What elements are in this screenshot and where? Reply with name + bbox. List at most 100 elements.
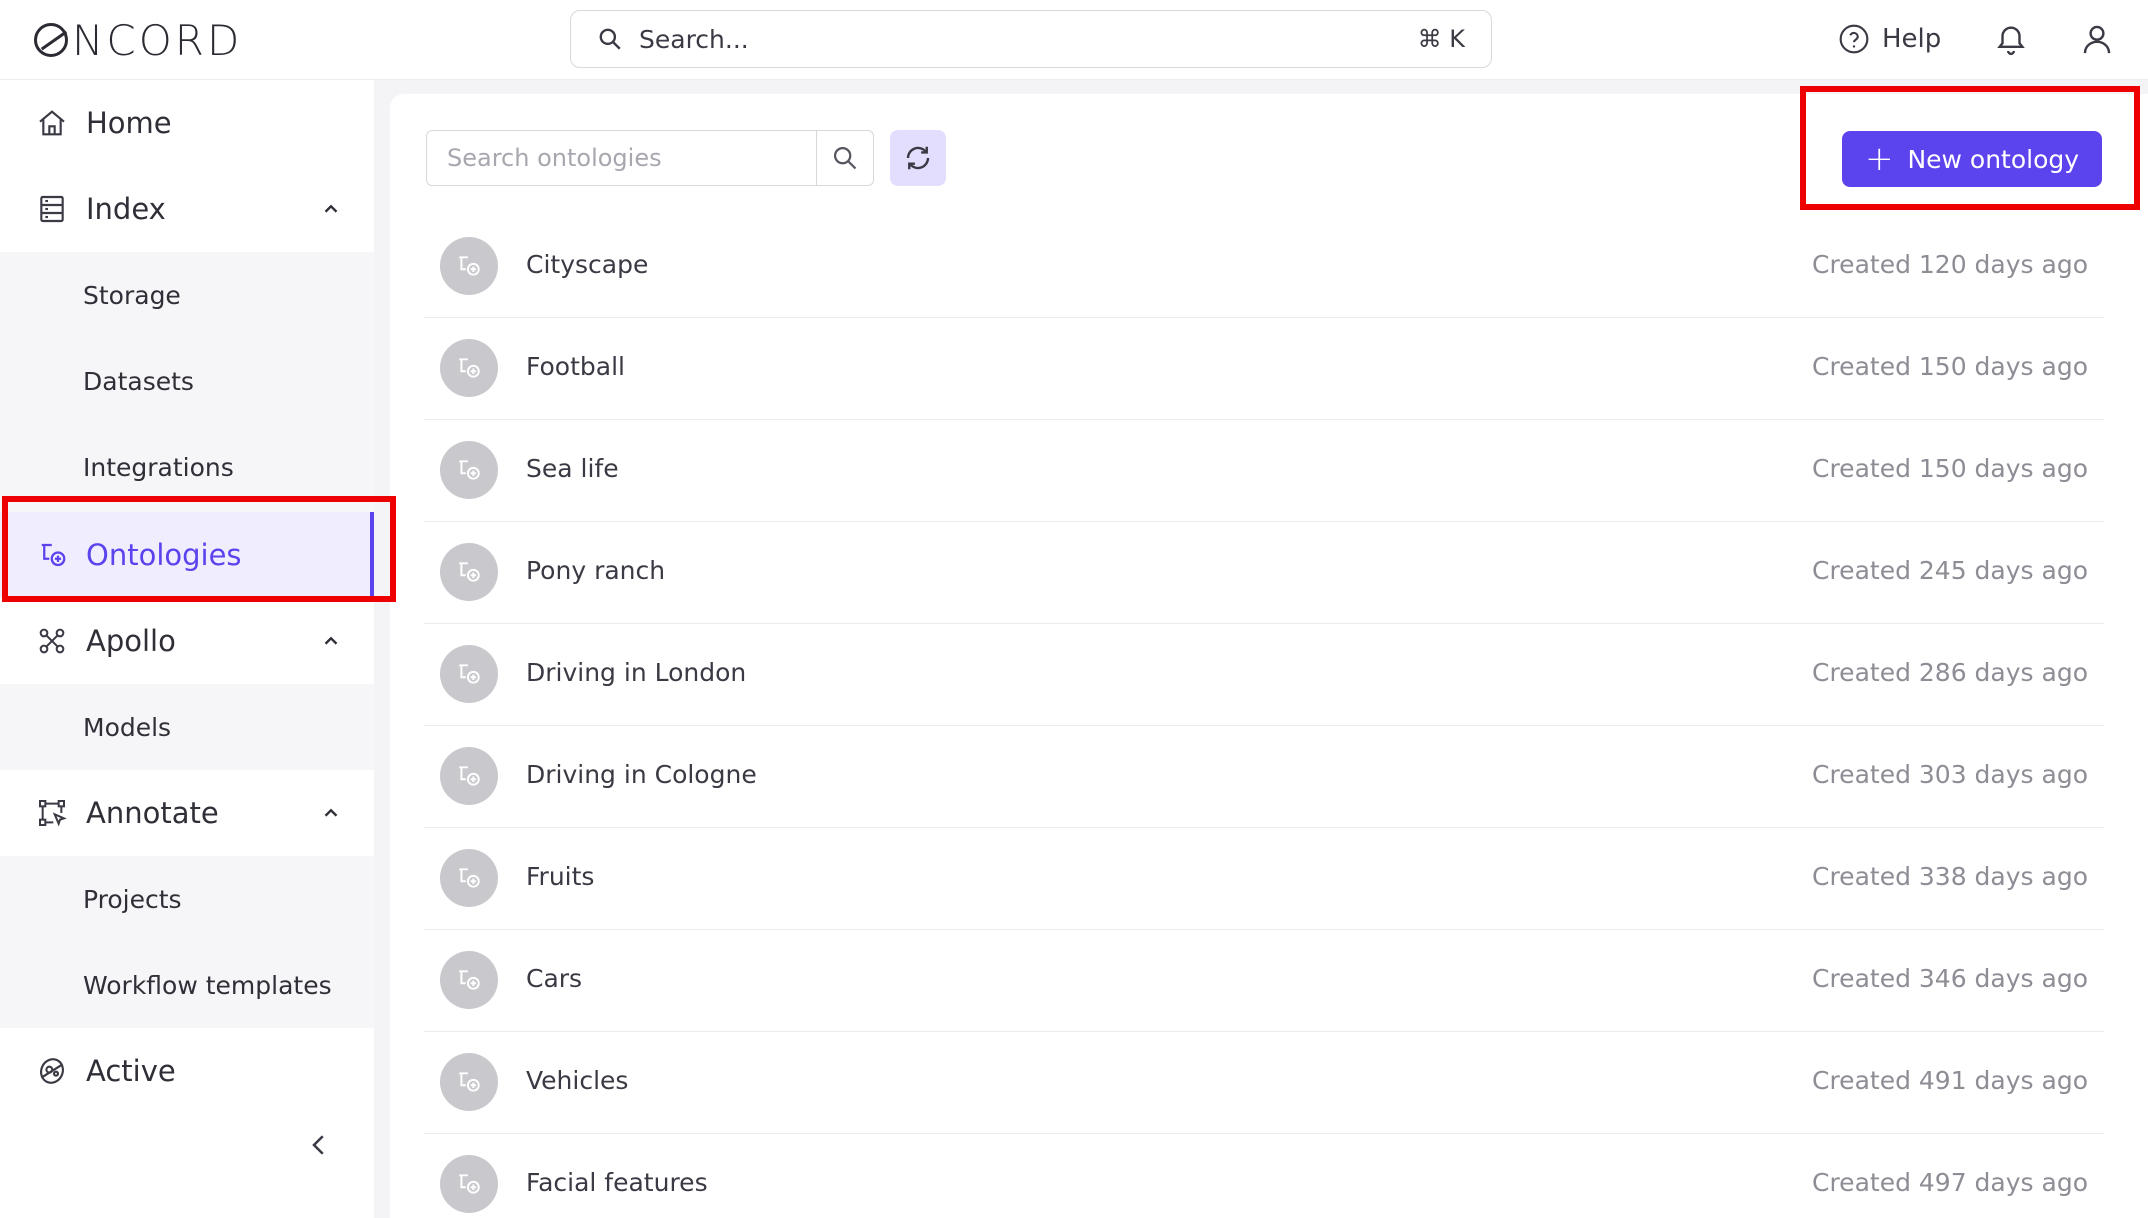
ontology-avatar: [440, 1155, 498, 1213]
ontology-row[interactable]: Cityscape Created 120 days ago: [424, 216, 2104, 318]
sidebar-label-home: Home: [86, 106, 172, 140]
collapse-sidebar-icon[interactable]: [304, 1130, 334, 1160]
ontology-name: Football: [526, 352, 625, 381]
ontology-avatar: [440, 645, 498, 703]
ontology-created-date: Created 286 days ago: [1812, 658, 2088, 687]
ontology-created-date: Created 303 days ago: [1812, 760, 2088, 789]
chevron-up-icon[interactable]: [320, 198, 342, 220]
sidebar-label-models: Models: [83, 712, 172, 742]
sidebar-label-projects: Projects: [83, 884, 182, 914]
ontology-avatar: [440, 951, 498, 1009]
ontology-icon: [459, 1072, 480, 1092]
ontology-name: Sea life: [526, 454, 619, 483]
ontology-row[interactable]: Driving in London Created 286 days ago: [424, 624, 2104, 726]
sidebar-label-active: Active: [86, 1054, 176, 1088]
help-circle-icon: [1839, 24, 1869, 54]
ontology-icon: [459, 358, 480, 378]
global-search-placeholder: Search...: [639, 24, 749, 54]
ontology-icon: [459, 562, 480, 582]
ontology-created-date: Created 346 days ago: [1812, 964, 2088, 993]
ontology-row[interactable]: Driving in Cologne Created 303 days ago: [424, 726, 2104, 828]
chevron-up-icon[interactable]: [320, 802, 342, 824]
ontology-name: Vehicles: [526, 1066, 629, 1095]
sidebar-label-index: Index: [86, 192, 166, 226]
global-search-input[interactable]: Search... ⌘ K: [570, 10, 1492, 68]
refresh-button[interactable]: [890, 130, 946, 186]
ontology-icon: [459, 970, 480, 990]
plus-icon: +: [1864, 139, 1894, 179]
encord-logo[interactable]: NCORD: [34, 14, 242, 66]
ontology-row[interactable]: Football Created 150 days ago: [424, 318, 2104, 420]
sidebar-item-workflow-templates[interactable]: Workflow templates: [0, 942, 374, 1028]
ontology-avatar: [440, 237, 498, 295]
sidebar-item-datasets[interactable]: Datasets: [0, 338, 374, 424]
ontology-created-date: Created 150 days ago: [1812, 454, 2088, 483]
ontology-avatar: [440, 339, 498, 397]
chevron-up-icon[interactable]: [320, 630, 342, 652]
ontology-row[interactable]: Fruits Created 338 days ago: [424, 828, 2104, 930]
ontology-icon: [459, 1174, 480, 1194]
ontology-search-button[interactable]: [816, 130, 874, 186]
sidebar: Home Index Storage Datasets Integrations…: [0, 80, 374, 1218]
index-subnav: Storage Datasets Integrations Ontologies: [0, 252, 374, 598]
sidebar-item-ontologies[interactable]: Ontologies: [0, 512, 374, 598]
sidebar-label-ontologies: Ontologies: [86, 538, 242, 572]
apollo-subnav: Models: [0, 684, 374, 770]
ontology-search-input[interactable]: Search ontologies: [426, 130, 818, 186]
logo-mark-icon: [34, 23, 68, 57]
ontology-name: Cityscape: [526, 250, 649, 279]
refresh-icon: [906, 146, 930, 170]
ontology-avatar: [440, 747, 498, 805]
sidebar-label-integrations: Integrations: [83, 452, 234, 482]
ontology-created-date: Created 491 days ago: [1812, 1066, 2088, 1095]
ontology-created-date: Created 497 days ago: [1812, 1168, 2088, 1197]
ontology-icon: [459, 664, 480, 684]
ontology-avatar: [440, 1053, 498, 1111]
ontology-icon: [459, 766, 480, 786]
ontology-row[interactable]: Pony ranch Created 245 days ago: [424, 522, 2104, 624]
ontology-icon: [459, 460, 480, 480]
help-button[interactable]: Help: [1838, 18, 1941, 60]
ontology-created-date: Created 150 days ago: [1812, 352, 2088, 381]
ontology-row[interactable]: Sea life Created 150 days ago: [424, 420, 2104, 522]
sidebar-item-models[interactable]: Models: [0, 684, 374, 770]
ontology-icon: [459, 868, 480, 888]
logo-text: NCORD: [72, 15, 243, 65]
ontology-row[interactable]: Cars Created 346 days ago: [424, 930, 2104, 1032]
ontology-search-placeholder: Search ontologies: [447, 144, 662, 172]
ontology-created-date: Created 338 days ago: [1812, 862, 2088, 891]
sidebar-item-active[interactable]: Active: [0, 1028, 374, 1114]
ontology-name: Driving in Cologne: [526, 760, 757, 789]
active-indicator: [370, 512, 374, 598]
top-bar: NCORD Search... ⌘ K Help: [0, 0, 2148, 80]
index-icon: [40, 195, 64, 223]
ontology-icon: [459, 256, 480, 276]
annotate-subnav: Projects Workflow templates: [0, 856, 374, 1028]
sidebar-label-datasets: Datasets: [83, 366, 194, 396]
user-icon[interactable]: [2080, 22, 2114, 56]
sidebar-label-apollo: Apollo: [86, 624, 176, 658]
sidebar-item-projects[interactable]: Projects: [0, 856, 374, 942]
annotate-icon: [39, 800, 67, 827]
new-ontology-button[interactable]: + New ontology: [1842, 131, 2102, 187]
ontology-name: Driving in London: [526, 658, 747, 687]
search-icon: [599, 28, 621, 50]
sidebar-item-storage[interactable]: Storage: [0, 252, 374, 338]
ontology-row[interactable]: Facial features Created 497 days ago: [424, 1134, 2104, 1218]
ontology-name: Cars: [526, 964, 583, 993]
sidebar-label-workflow-templates: Workflow templates: [83, 970, 332, 1000]
sidebar-label-annotate: Annotate: [86, 796, 219, 830]
sidebar-label-storage: Storage: [83, 280, 181, 310]
bell-icon[interactable]: [1994, 22, 2028, 56]
ontology-icon: [41, 543, 66, 567]
ontology-avatar: [440, 543, 498, 601]
sidebar-item-apollo[interactable]: Apollo: [0, 598, 374, 684]
ontology-created-date: Created 120 days ago: [1812, 250, 2088, 279]
sidebar-item-index[interactable]: Index: [0, 166, 374, 252]
sidebar-item-annotate[interactable]: Annotate: [0, 770, 374, 856]
new-ontology-label: New ontology: [1907, 144, 2080, 174]
ontology-row[interactable]: Vehicles Created 491 days ago: [424, 1032, 2104, 1134]
sidebar-item-home[interactable]: Home: [0, 80, 374, 166]
sidebar-item-integrations[interactable]: Integrations: [0, 424, 374, 510]
ontology-name: Facial features: [526, 1168, 708, 1197]
